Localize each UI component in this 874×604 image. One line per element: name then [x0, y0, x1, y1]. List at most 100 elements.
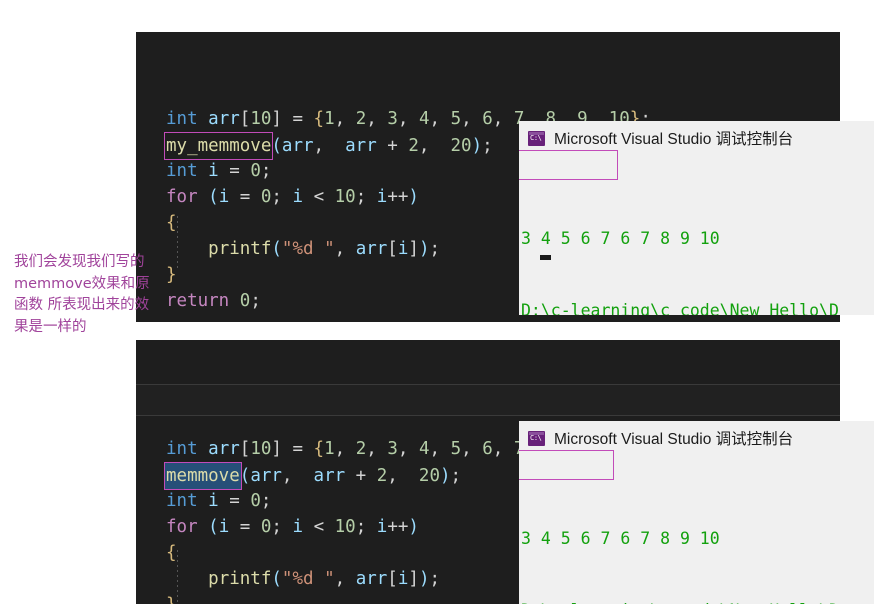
code-token: 4: [418, 109, 430, 129]
code-token: 0: [260, 517, 272, 537]
code-token: 10: [334, 517, 356, 537]
code-token: ,: [429, 109, 451, 129]
code-token: i: [376, 187, 388, 207]
code-token: ,: [461, 109, 483, 129]
code-token: ;: [482, 136, 493, 156]
code-token: ): [408, 187, 419, 207]
code-token: ;: [250, 291, 261, 311]
code-token: (: [271, 569, 282, 589]
code-token: int: [166, 491, 198, 511]
code-token: ,: [334, 109, 356, 129]
code-token: 0: [250, 161, 261, 181]
code-token: ;: [355, 517, 377, 537]
code-token: 4: [418, 439, 430, 459]
console-line: D:\c-learning\c code\New Hello\D: [521, 599, 874, 604]
annotation-note: 我们会发现我们写的memmove效果和原函数 所表现出来的效果是一样的: [14, 254, 150, 335]
code-token: arr: [208, 109, 240, 129]
code-token: }: [166, 265, 177, 285]
code-token: 10: [334, 187, 356, 207]
code-token: =: [229, 187, 261, 207]
code-token: +: [345, 466, 377, 486]
code-token: ,: [492, 109, 514, 129]
output-highlight-box: [519, 450, 614, 480]
code-token: ;: [429, 239, 441, 259]
code-token: arr: [355, 239, 388, 259]
code-token: [: [387, 239, 398, 259]
console-output-bottom: 3 4 5 6 7 6 7 8 9 10 D:\c-learning\c cod…: [519, 450, 874, 604]
console-icon: C:\: [528, 430, 545, 446]
highlighted-function-name[interactable]: memmove: [164, 462, 242, 490]
code-token: ,: [418, 136, 451, 156]
code-token: ++: [387, 517, 409, 537]
code-token: ,: [366, 439, 388, 459]
code-token: ;: [450, 466, 462, 486]
code-token: ]: [408, 569, 419, 589]
console-output-top: 3 4 5 6 7 6 7 8 9 10 D:\c-learning\c cod…: [519, 150, 874, 315]
code-token: ]: [271, 439, 282, 459]
code-token: i: [292, 187, 304, 207]
code-token: "%d ": [281, 569, 335, 589]
console-titlebar-top[interactable]: C:\ Microsoft Visual Studio 调试控制台: [519, 121, 874, 155]
code-token: i: [218, 517, 230, 537]
code-token: 3: [387, 439, 398, 459]
code-token: i: [208, 491, 219, 511]
highlighted-function-name[interactable]: my_memmove: [164, 132, 274, 160]
code-token: 2: [355, 109, 367, 129]
code-token: {: [166, 543, 177, 563]
code-token: arr: [313, 466, 346, 486]
code-token: ,: [429, 439, 451, 459]
console-titlebar-bottom[interactable]: C:\ Microsoft Visual Studio 调试控制台: [519, 421, 874, 455]
code-token: ,: [313, 136, 346, 156]
code-token: {: [166, 213, 177, 233]
code-token: 1: [324, 439, 335, 459]
code-token: i: [397, 239, 409, 259]
code-token: ]: [271, 109, 282, 129]
code-token: int: [166, 109, 198, 129]
code-token: =: [218, 161, 251, 181]
console-icon-label: C:\: [530, 434, 542, 442]
code-token: 10: [250, 109, 272, 129]
code-token: 0: [260, 187, 272, 207]
code-token: 6: [482, 109, 493, 129]
code-token: ]: [408, 239, 419, 259]
code-token: ): [439, 466, 451, 486]
code-token: ;: [429, 569, 441, 589]
code-token: (: [208, 517, 219, 537]
code-token: int: [166, 161, 198, 181]
console-title-top: Microsoft Visual Studio 调试控制台: [554, 131, 794, 148]
code-token: }: [166, 595, 177, 604]
code-token: return: [166, 291, 230, 311]
console-line: 3 4 5 6 7 6 7 8 9 10: [521, 229, 720, 248]
code-token: 1: [324, 109, 335, 129]
code-token: <: [303, 517, 335, 537]
code-token: (: [208, 187, 219, 207]
code-token: ): [418, 239, 430, 259]
code-token: for: [166, 187, 198, 207]
code-token: ;: [271, 187, 293, 207]
console-window-bottom[interactable]: C:\ Microsoft Visual Studio 调试控制台 3 4 5 …: [519, 421, 874, 604]
code-token: "%d ": [281, 239, 335, 259]
code-token: ;: [271, 517, 293, 537]
code-token: +: [376, 136, 409, 156]
code-token: (: [271, 239, 282, 259]
code-token: i: [218, 187, 230, 207]
code-token: for: [166, 517, 198, 537]
code-token: 2: [408, 136, 419, 156]
code-token: i: [208, 161, 219, 181]
code-token: i: [397, 569, 409, 589]
console-window-top[interactable]: C:\ Microsoft Visual Studio 调试控制台 3 4 5 …: [519, 121, 874, 315]
code-token: ,: [334, 239, 356, 259]
code-token: 20: [418, 466, 440, 486]
code-token: i: [292, 517, 304, 537]
code-token: ,: [366, 109, 388, 129]
code-token: arr: [208, 439, 240, 459]
current-line-highlight: [136, 384, 840, 416]
console-line: 3 4 5 6 7 6 7 8 9 10: [521, 529, 720, 548]
code-token: =: [281, 439, 314, 459]
